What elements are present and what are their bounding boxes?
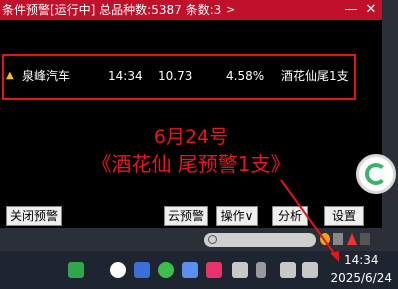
stock-price: 10.73 (158, 69, 193, 83)
close-alert-button[interactable]: 关闭预警 (6, 206, 62, 226)
title-menu-arrow-icon[interactable]: > (226, 0, 235, 20)
qq-icon[interactable] (110, 262, 126, 278)
system-clock[interactable]: 14:34 2025/6/24 (330, 251, 392, 287)
title-bar: 条件预警[运行中] 总品种数:5387 条数:3 > — ✕ (0, 0, 382, 20)
pink-app-icon[interactable] (206, 262, 222, 278)
overlay-note: 《酒花仙 尾预警1支》 (91, 152, 291, 176)
alert-condition: 酒花仙尾1支 (281, 69, 349, 83)
cloud-alert-button[interactable]: 云预警 (164, 206, 208, 226)
s-app-icon[interactable] (68, 262, 84, 278)
price-change: 4.58% (226, 69, 265, 83)
window-title: 条件预警[运行中] 总品种数:5387 条数:3 (2, 3, 222, 17)
usb-icon[interactable] (256, 262, 266, 278)
operate-dropdown[interactable]: 操作∨ (216, 206, 258, 226)
desktop-strip (0, 228, 398, 251)
search-bar[interactable] (204, 233, 316, 247)
close-button[interactable]: ✕ (362, 0, 380, 20)
shield-icon[interactable] (134, 262, 150, 278)
yellow-circle-icon[interactable] (320, 233, 330, 245)
app-logo-icon[interactable] (356, 154, 396, 194)
up-alert-icon: ▲ (6, 70, 14, 81)
settings-button[interactable]: 设置 (324, 206, 364, 226)
volume-icon[interactable] (302, 262, 318, 278)
overlay-date: 6月24号 (153, 126, 229, 148)
wechat-icon[interactable] (158, 262, 174, 278)
analyze-button[interactable]: 分析 (272, 206, 308, 226)
alert-window: 条件预警[运行中] 总品种数:5387 条数:3 > — ✕ ▲ 泉峰汽车 14… (0, 0, 382, 228)
highlight-frame: ▲ 泉峰汽车 14:34 10.73 4.58% 酒花仙尾1支 (2, 54, 356, 100)
alert-list-area: ▲ 泉峰汽车 14:34 10.73 4.58% 酒花仙尾1支 6月24号 《酒… (0, 20, 382, 206)
stock-name: 泉峰汽车 (22, 69, 71, 83)
search-icon (208, 235, 217, 244)
taskbar: 14:34 2025/6/24 (0, 251, 398, 289)
blue-app-icon[interactable] (182, 262, 198, 278)
person-icon[interactable] (333, 233, 343, 245)
minimize-button[interactable]: — (342, 0, 360, 20)
alert-row[interactable]: ▲ 泉峰汽车 14:34 10.73 4.58% 酒花仙尾1支 (4, 65, 354, 87)
speaker-mute-icon[interactable] (232, 262, 248, 278)
alert-time: 14:34 (108, 69, 143, 83)
red-triangle-icon[interactable] (347, 233, 357, 245)
wifi-icon[interactable] (280, 262, 296, 278)
button-bar: 关闭预警 云预警 操作∨ 分析 设置 (0, 205, 382, 228)
bars-icon[interactable] (360, 233, 370, 245)
clock-date: 2025/6/24 (330, 271, 392, 285)
clock-time: 14:34 (343, 253, 379, 267)
